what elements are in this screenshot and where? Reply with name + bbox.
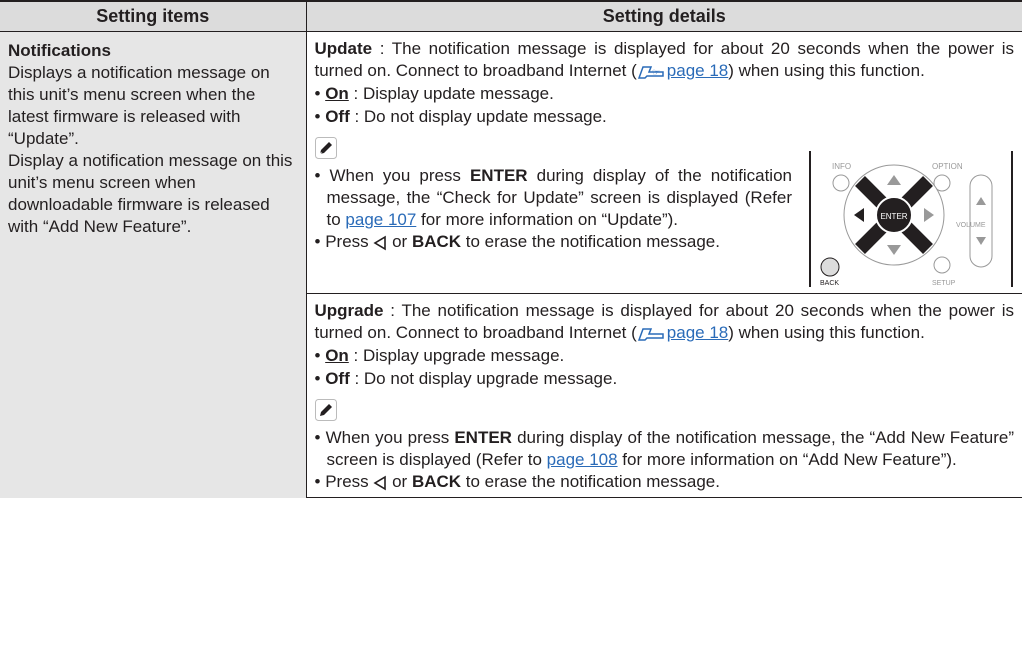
update-description: Update : The notification message is dis… <box>315 38 1015 82</box>
svg-text:☞: ☞ <box>652 67 660 77</box>
remote-info-label: INFO <box>832 162 851 171</box>
page-18-link[interactable]: page 18 <box>667 323 728 342</box>
note-text: or <box>387 232 412 251</box>
upgrade-term: Upgrade <box>314 301 384 320</box>
setting-item-desc-update: Displays a notification message on this … <box>8 63 270 148</box>
upgrade-off-option: • Off : Do not display upgrade message. <box>314 369 618 388</box>
note-text: Press <box>325 472 374 491</box>
off-text: : Do not display upgrade message. <box>349 369 618 388</box>
page-108-link[interactable]: page 108 <box>547 450 618 469</box>
remote-volume-label: VOLUME <box>956 222 986 229</box>
upgrade-note-enter: • When you press ENTER during display of… <box>314 428 1014 469</box>
page-18-link[interactable]: page 18 <box>667 61 728 80</box>
update-note-enter: • When you press ENTER during display of… <box>314 166 793 229</box>
table-header-row: Setting items Setting details <box>0 2 1022 32</box>
update-text-2: ) when using this function. <box>728 61 925 80</box>
page-ref-icon: ☞ <box>637 61 667 80</box>
upgrade-description: Upgrade : The notification message is di… <box>315 300 1015 344</box>
on-label: On <box>325 84 349 103</box>
on-text: : Display upgrade message. <box>348 346 565 365</box>
update-on-option: • On : Display update message. <box>314 84 554 103</box>
back-key-label: BACK <box>411 232 462 251</box>
setting-item-title: Notifications <box>8 41 111 60</box>
update-term: Update <box>314 39 373 58</box>
update-details-cell: Update : The notification message is dis… <box>306 31 1022 294</box>
off-label: Off <box>325 369 350 388</box>
enter-key-label: ENTER <box>454 428 512 447</box>
upgrade-note-list: • When you press ENTER during display of… <box>315 427 1015 493</box>
off-text: : Do not display update message. <box>349 107 607 126</box>
upgrade-note-back: • Press or BACK to erase the notificatio… <box>314 472 720 491</box>
left-triangle-icon <box>373 232 387 251</box>
note-text: When you press <box>329 166 470 185</box>
remote-option-label: OPTION <box>932 162 963 171</box>
note-text: or <box>387 472 412 491</box>
on-text: : Display update message. <box>348 84 554 103</box>
note-text: to erase the notification message. <box>461 472 720 491</box>
note-text: When you press <box>325 428 455 447</box>
enter-key-label: ENTER <box>469 166 528 185</box>
update-note-list: • When you press ENTER during display of… <box>315 165 793 253</box>
off-label: Off <box>325 107 350 126</box>
remote-back-label: BACK <box>820 280 839 287</box>
pencil-note-icon <box>314 137 337 159</box>
table-row-update: Notifications Displays a notification me… <box>0 31 1022 498</box>
setting-item-cell: Notifications Displays a notification me… <box>0 31 307 498</box>
pencil-note-icon <box>314 399 337 421</box>
remote-control-illustration: INFO OPTION ENTER VOLUME BACK SETUP <box>806 147 1014 289</box>
note-text: Press <box>325 232 374 251</box>
remote-enter-label: ENTER <box>880 212 907 221</box>
update-note-back: • Press or BACK to erase the notificatio… <box>314 232 720 251</box>
remote-setup-label: SETUP <box>932 280 956 287</box>
manual-page: Setting items Setting details Notificati… <box>0 0 1022 668</box>
note-text: to erase the notification message. <box>461 232 720 251</box>
left-triangle-icon <box>373 472 387 491</box>
update-off-option: • Off : Do not display update message. <box>314 107 607 126</box>
update-notes: • When you press ENTER during display of… <box>315 151 1015 289</box>
on-label: On <box>325 346 349 365</box>
settings-table: Setting items Setting details Notificati… <box>0 2 1022 498</box>
setting-item-desc-upgrade: Display a notification message on this u… <box>8 151 293 236</box>
upgrade-on-option: • On : Display upgrade message. <box>314 346 565 365</box>
header-setting-items: Setting items <box>0 2 306 32</box>
header-setting-details: Setting details <box>305 2 1022 32</box>
note-text: for more information on “Add New Feature… <box>617 450 957 469</box>
upgrade-text-2: ) when using this function. <box>728 323 925 342</box>
page-ref-icon <box>637 323 667 342</box>
note-text: for more information on “Update”). <box>416 210 679 229</box>
page-107-link[interactable]: page 107 <box>345 210 416 229</box>
upgrade-details-cell: Upgrade : The notification message is di… <box>306 293 1022 498</box>
back-key-label: BACK <box>411 472 462 491</box>
